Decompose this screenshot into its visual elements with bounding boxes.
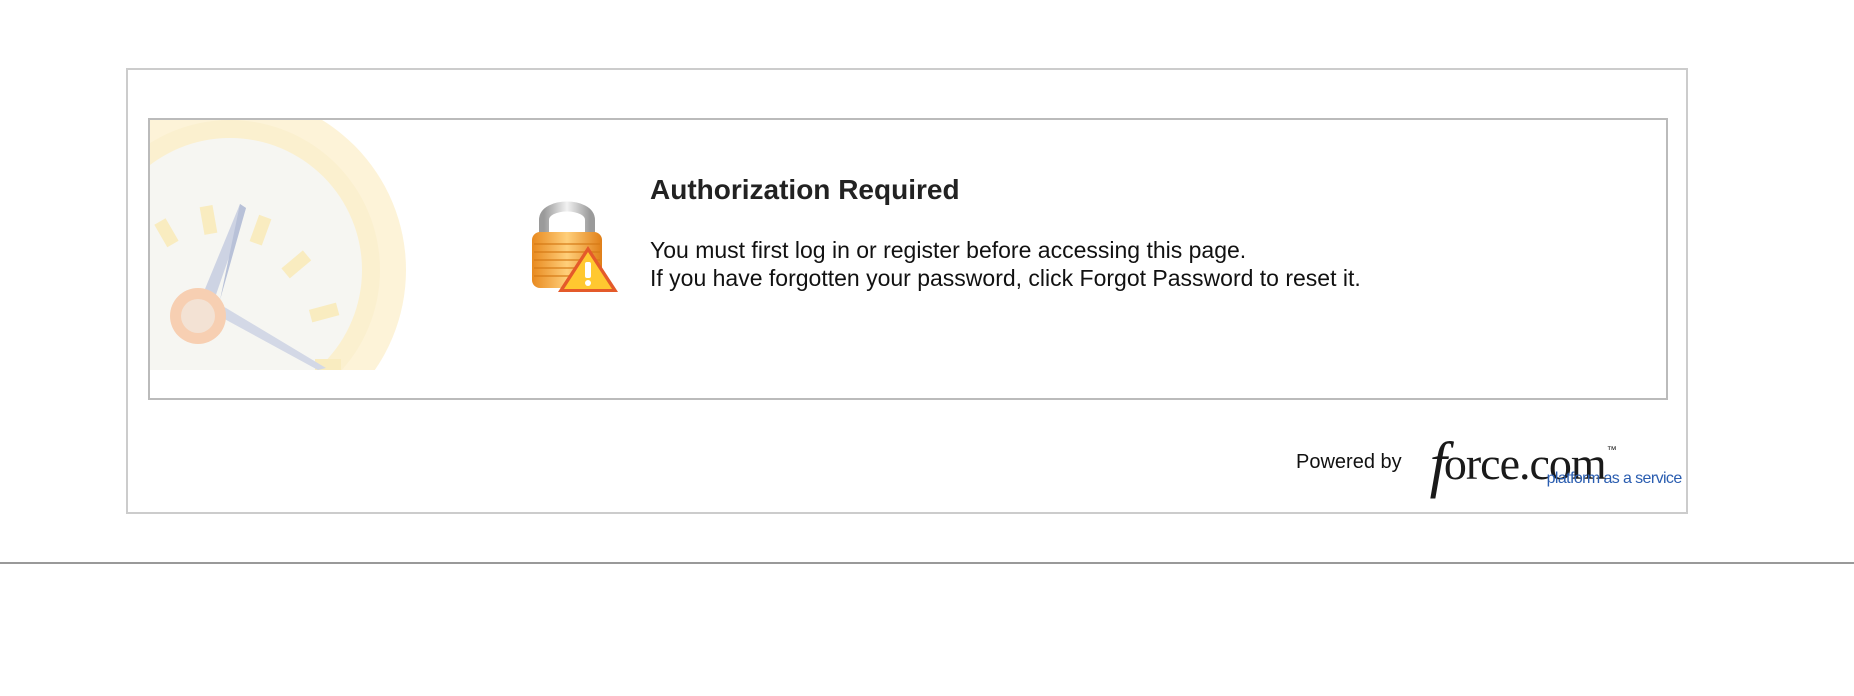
force-com-tagline: platform as a service (1546, 470, 1683, 487)
force-com-logo[interactable]: force.com™ platform as a service (1416, 428, 1686, 499)
error-message: Authorization Required You must first lo… (650, 172, 1610, 292)
error-line-password: If you have forgotten your password, cli… (650, 265, 1361, 291)
error-line-login: You must first log in or register before… (650, 237, 1247, 263)
powered-by-label: Powered by (1296, 450, 1402, 473)
page-title: Authorization Required (650, 174, 960, 205)
error-panel: Authorization Required You must first lo… (148, 118, 1668, 400)
powered-by: Powered by force.com™ platform as a serv… (1296, 431, 1686, 499)
error-frame: Authorization Required You must first lo… (126, 68, 1688, 514)
clock-watermark-icon (150, 120, 420, 370)
page-divider (0, 562, 1854, 564)
lock-warning-icon (522, 194, 622, 294)
